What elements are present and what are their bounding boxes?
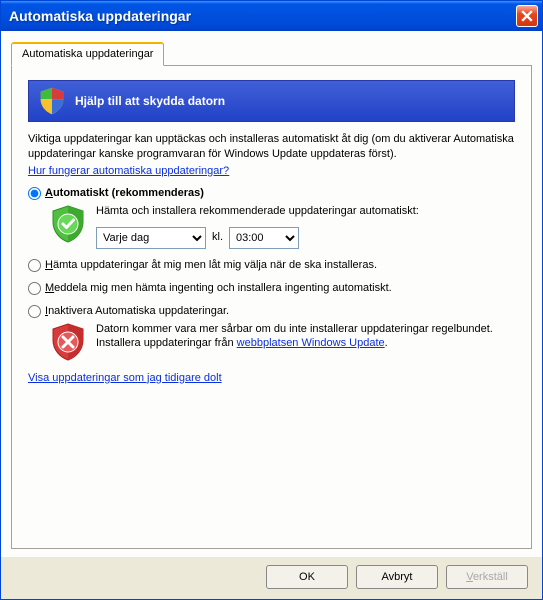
automatic-desc: Hämta och installera rekommenderade uppd… — [96, 204, 515, 219]
tab-automatic-updates[interactable]: Automatiska uppdateringar — [11, 42, 164, 66]
button-bar: OK Avbryt Verkställ — [1, 557, 542, 599]
radio-download-only-label[interactable]: Hämta uppdateringar åt mig men låt mig v… — [45, 259, 377, 271]
apply-button: Verkställ — [446, 565, 528, 589]
tabstrip: Automatiska uppdateringar — [11, 42, 532, 66]
radio-automatic[interactable] — [28, 187, 41, 200]
ok-button[interactable]: OK — [266, 565, 348, 589]
show-hidden-updates-link[interactable]: Visa uppdateringar som jag tidigare dolt — [28, 372, 222, 384]
how-it-works-link[interactable]: Hur fungerar automatiska uppdateringar? — [28, 165, 229, 177]
close-icon — [521, 10, 533, 22]
close-button[interactable] — [516, 5, 538, 27]
schedule-row: Varje dag kl. 03:00 — [96, 227, 515, 249]
radio-notify-only-label[interactable]: Meddela mig men hämta ingenting och inst… — [45, 282, 392, 294]
radio-automatic-label[interactable]: Automatiskt (rekommenderas) — [45, 187, 204, 199]
titlebar: Automatiska uppdateringar — [1, 1, 542, 31]
banner: Hjälp till att skydda datorn — [28, 80, 515, 122]
radio-download-only[interactable] — [28, 259, 41, 272]
option-notify-only: Meddela mig men hämta ingenting och inst… — [28, 282, 515, 295]
window-title: Automatiska uppdateringar — [9, 8, 516, 24]
client-area: Automatiska uppdateringar Hjälp till att… — [1, 31, 542, 557]
cancel-button[interactable]: Avbryt — [356, 565, 438, 589]
shield-icon — [37, 86, 67, 116]
select-time[interactable]: 03:00 — [229, 227, 299, 249]
option-disable: Inaktivera Automatiska uppdateringar. Da… — [28, 305, 515, 362]
windows-update-site-link[interactable]: webbplatsen Windows Update — [237, 336, 385, 351]
option-automatic: Automatiskt (rekommenderas) Hämta och in… — [28, 187, 515, 249]
tab-page: Hjälp till att skydda datorn Viktiga upp… — [11, 65, 532, 549]
window: Automatiska uppdateringar Automatiska up… — [0, 0, 543, 600]
radio-disable[interactable] — [28, 305, 41, 318]
shield-warn-icon — [48, 322, 88, 362]
disable-warn1: Datorn kommer vara mer sårbar om du inte… — [96, 322, 515, 337]
banner-text: Hjälp till att skydda datorn — [75, 94, 225, 108]
description-text: Viktiga uppdateringar kan upptäckas och … — [28, 132, 515, 162]
select-day[interactable]: Varje dag — [96, 227, 206, 249]
kl-label: kl. — [212, 230, 223, 245]
option-download-only: Hämta uppdateringar åt mig men låt mig v… — [28, 259, 515, 272]
shield-ok-icon — [48, 204, 88, 244]
radio-notify-only[interactable] — [28, 282, 41, 295]
disable-warn2: Installera uppdateringar från webbplatse… — [96, 336, 515, 351]
radio-disable-label[interactable]: Inaktivera Automatiska uppdateringar. — [45, 305, 229, 317]
options-group: Automatiskt (rekommenderas) Hämta och in… — [28, 187, 515, 362]
